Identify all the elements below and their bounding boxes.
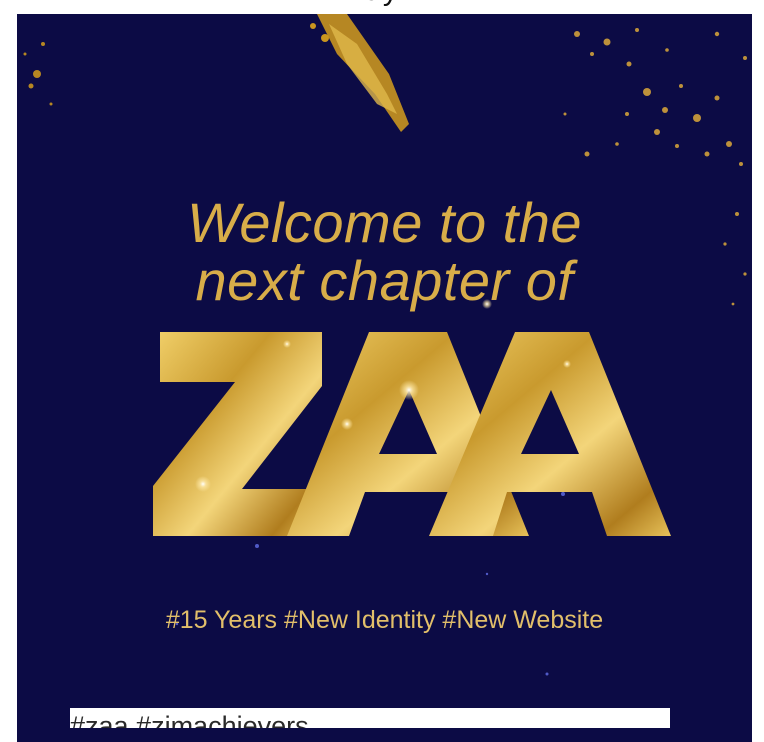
post-image: Welcome to the next chapter of #15 Years… (17, 14, 752, 742)
post-caption-hashtags[interactable]: #zaa #zimachievers (70, 708, 670, 728)
page-header-fragment: ay (0, 0, 764, 14)
zaa-logo (153, 332, 671, 536)
hashtag-tagline: #15 Years #New Identity #New Website (165, 606, 604, 634)
gold-dust-decoration (310, 14, 409, 132)
welcome-line-1: Welcome to the (186, 191, 583, 254)
welcome-line-2: next chapter of (195, 249, 574, 312)
welcome-heading: Welcome to the next chapter of (17, 194, 752, 310)
